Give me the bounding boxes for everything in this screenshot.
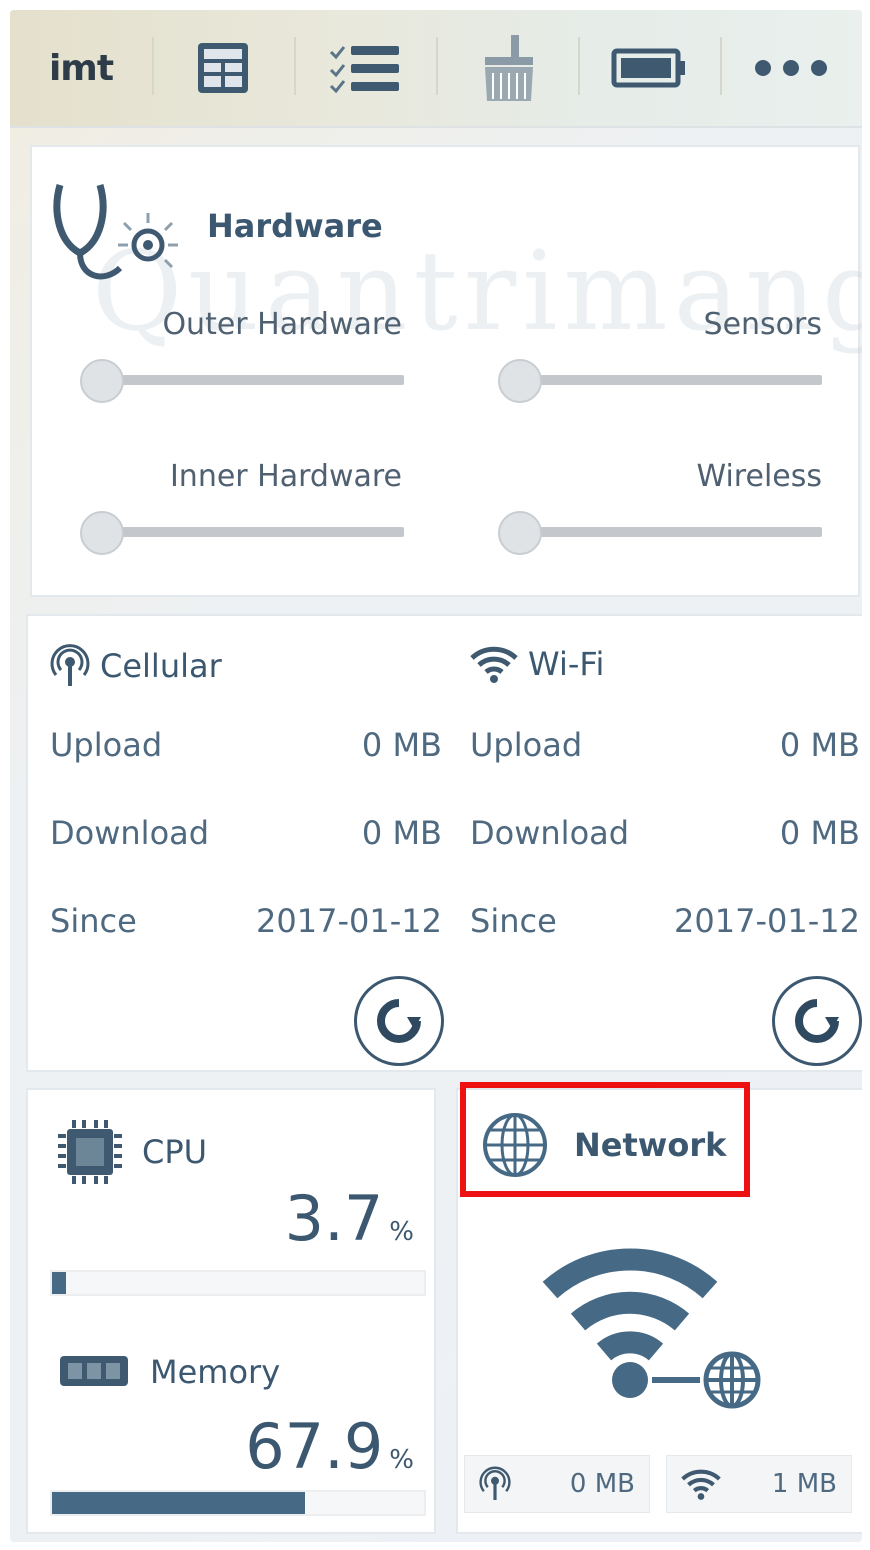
wireless-label: Wireless <box>696 459 822 494</box>
cleaner-tab[interactable] <box>436 10 578 127</box>
cpu-title: CPU <box>142 1133 208 1171</box>
top-toolbar: imt <box>10 10 862 128</box>
slider-track <box>508 375 822 385</box>
app-window: imt Quantrimang Hardware Outer Hardware … <box>10 10 862 1542</box>
cellular-download-label: Download <box>50 814 210 852</box>
memory-usage-bar <box>50 1490 426 1516</box>
outer-hardware-label: Outer Hardware <box>162 307 402 342</box>
cellular-antenna-icon <box>479 1466 511 1500</box>
cpu-usage-fill <box>52 1272 66 1294</box>
network-cellular-usage: 0 MB <box>464 1455 650 1513</box>
slider-knob[interactable] <box>80 359 124 403</box>
cpu-header: CPU <box>58 1120 207 1184</box>
wifi-download-value: 0 MB <box>779 814 860 852</box>
cpu-unit: % <box>389 1217 414 1247</box>
cellular-since-label: Since <box>50 902 137 940</box>
cellular-since-value: 2017-01-12 <box>256 902 442 940</box>
wifi-header: Wi-Fi <box>470 644 604 684</box>
wifi-icon <box>470 646 518 683</box>
network-header-button[interactable]: Network <box>480 1110 726 1180</box>
inner-hardware-label: Inner Hardware <box>169 459 402 494</box>
battery-icon <box>611 48 685 88</box>
memory-usage-value: 67.9% <box>245 1410 414 1483</box>
sensors-slider[interactable] <box>498 359 822 403</box>
cellular-reset-button[interactable] <box>354 976 444 1066</box>
refresh-icon <box>795 999 839 1043</box>
stethoscope-icon <box>53 184 178 280</box>
checklist-icon <box>329 46 399 94</box>
cellular-upload-label: Upload <box>50 726 163 764</box>
wifi-icon <box>681 1469 721 1500</box>
inner-hardware-slider[interactable] <box>80 511 404 555</box>
network-wifi-globe-icon <box>542 1248 761 1409</box>
memory-title: Memory <box>150 1353 281 1391</box>
cellular-header: Cellular <box>50 644 222 688</box>
memory-header: Memory <box>58 1352 280 1392</box>
cellular-title: Cellular <box>100 647 222 685</box>
dashboard-tab[interactable] <box>152 10 294 127</box>
broom-icon <box>485 35 533 101</box>
dashboard-icon <box>198 43 248 93</box>
cpu-usage-value: 3.7% <box>285 1182 414 1255</box>
cpu-value: 3.7 <box>284 1182 384 1255</box>
app-logo: imt <box>48 47 114 89</box>
data-usage-card: Cellular Wi-Fi Upload 0 MB Download 0 MB… <box>26 614 862 1072</box>
wifi-since-value: 2017-01-12 <box>674 902 860 940</box>
battery-tab[interactable] <box>578 10 720 127</box>
slider-knob[interactable] <box>80 511 124 555</box>
more-button[interactable] <box>720 10 862 127</box>
wifi-since-label: Since <box>470 902 557 940</box>
hardware-card[interactable]: Quantrimang Hardware Outer Hardware Sens… <box>30 145 862 597</box>
cellular-upload-value: 0 MB <box>361 726 442 764</box>
wireless-slider[interactable] <box>498 511 822 555</box>
memory-ram-icon <box>60 1356 128 1386</box>
hardware-title: Hardware <box>207 207 383 245</box>
memory-value: 67.9 <box>245 1410 384 1483</box>
slider-track <box>90 375 404 385</box>
slider-track <box>508 527 822 537</box>
network-cellular-usage-value: 0 MB <box>569 1469 635 1499</box>
network-title: Network <box>574 1126 727 1164</box>
wifi-title: Wi-Fi <box>528 645 605 683</box>
network-wifi-usage-value: 1 MB <box>771 1469 837 1499</box>
slider-knob[interactable] <box>498 359 542 403</box>
cellular-download-value: 0 MB <box>361 814 442 852</box>
logo-button[interactable]: imt <box>10 10 152 127</box>
wifi-upload-value: 0 MB <box>779 726 860 764</box>
checklist-tab[interactable] <box>294 10 436 127</box>
refresh-icon <box>377 999 421 1043</box>
cellular-antenna-icon <box>50 644 90 686</box>
cpu-usage-bar <box>50 1270 426 1296</box>
wifi-download-label: Download <box>470 814 630 852</box>
more-dots-icon <box>755 60 827 76</box>
cpu-memory-card[interactable]: CPU 3.7% Memory 67.9% <box>26 1088 436 1534</box>
memory-unit: % <box>389 1445 414 1475</box>
memory-usage-fill <box>52 1492 305 1514</box>
globe-icon <box>483 1113 547 1177</box>
network-wifi-usage: 1 MB <box>666 1455 852 1513</box>
cpu-chip-icon <box>58 1120 122 1184</box>
wifi-reset-button[interactable] <box>772 976 862 1066</box>
sensors-label: Sensors <box>703 307 822 342</box>
slider-knob[interactable] <box>498 511 542 555</box>
wifi-upload-label: Upload <box>470 726 583 764</box>
slider-track <box>90 527 404 537</box>
outer-hardware-slider[interactable] <box>80 359 404 403</box>
